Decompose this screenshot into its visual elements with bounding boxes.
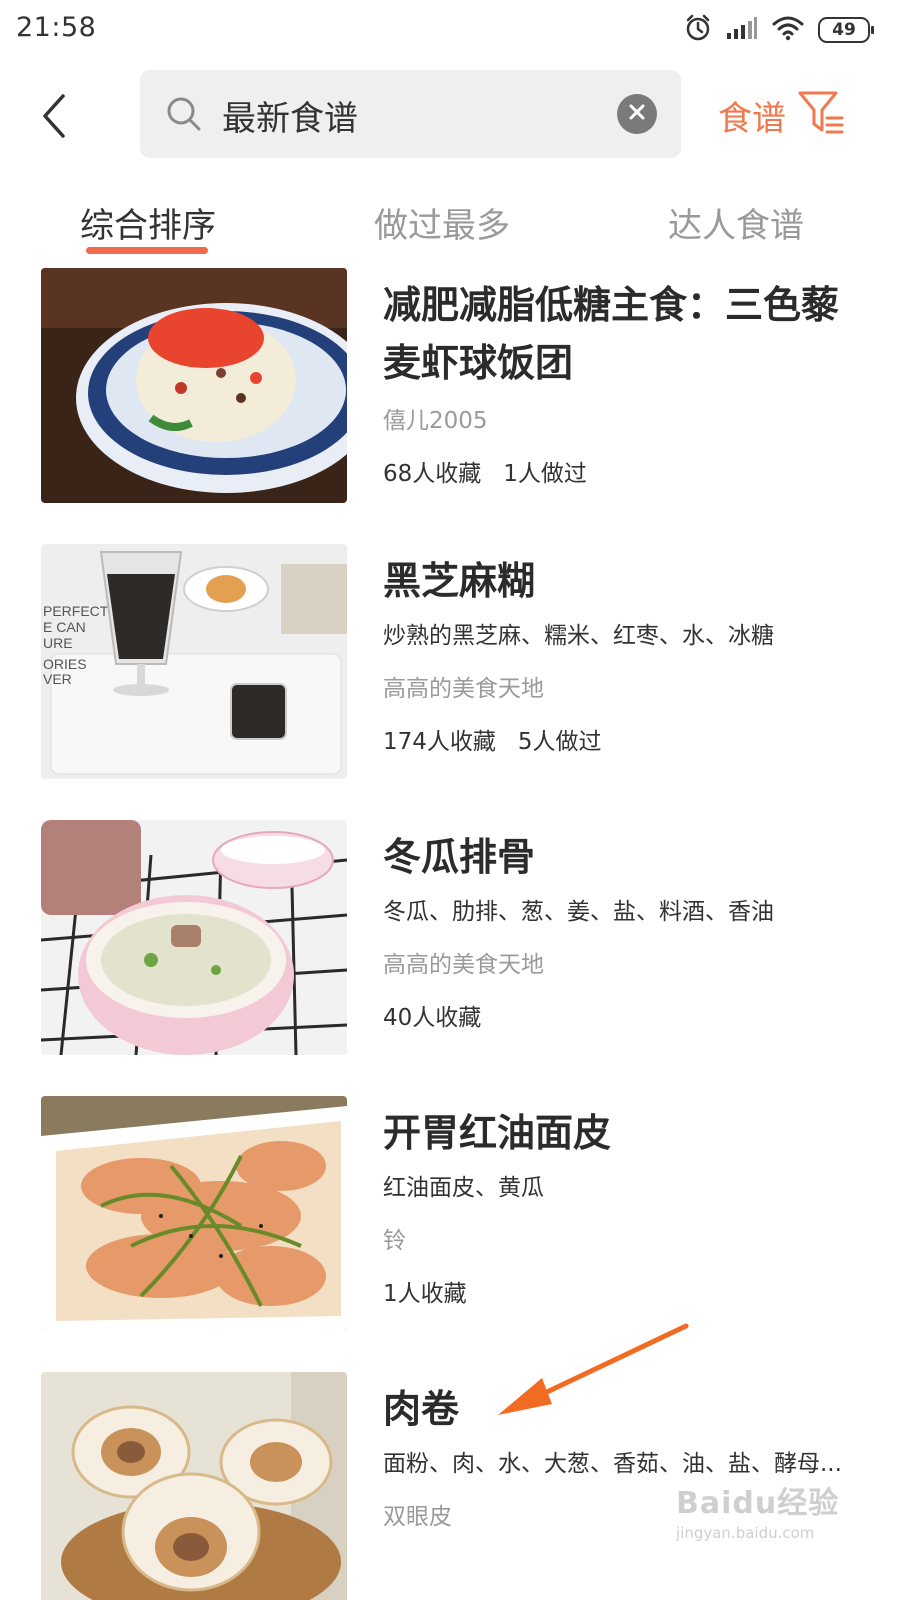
battery-icon: 49	[818, 17, 874, 43]
signal-icon	[726, 16, 758, 44]
recipe-title: 开胃红油面皮	[383, 1111, 612, 1155]
tab-comprehensive[interactable]: 综合排序	[80, 198, 216, 247]
annotation-arrow-icon	[490, 1320, 690, 1424]
recipe-ingredients: 冬瓜、肋排、葱、姜、盐、料酒、香油	[383, 899, 774, 925]
recipe-title: 减肥减脂低糖主食：三色藜麦虾球饭团	[383, 283, 840, 385]
recipe-image	[41, 1372, 347, 1600]
clear-button[interactable]	[617, 94, 657, 134]
back-button[interactable]	[32, 88, 76, 148]
recipe-title: 黑芝麻糊	[383, 559, 536, 603]
filter-icon[interactable]	[796, 88, 846, 142]
recipe-author: 铃	[383, 1228, 406, 1254]
recipe-info: 减肥减脂低糖主食：三色藜麦虾球饭团 僖儿2005 68人收藏 1人做过	[383, 268, 853, 501]
svg-text:ORIES: ORIES	[43, 656, 87, 672]
recipe-stats: 1人收藏	[383, 1281, 467, 1307]
recipe-image: PERFECT E CAN URE ORIES VER	[41, 544, 347, 779]
alarm-icon	[684, 14, 712, 46]
watermark-logo: Baidu经验	[676, 1486, 840, 1521]
recipe-item[interactable]: PERFECT E CAN URE ORIES VER 黑芝麻糊 炒熟的黑芝麻、…	[0, 544, 900, 780]
battery-level: 49	[832, 20, 856, 40]
recipe-author: 僖儿2005	[383, 408, 488, 434]
tab-expert-recipes[interactable]: 达人食谱	[668, 198, 804, 247]
recipe-title: 冬瓜排骨	[383, 835, 536, 879]
active-tab-indicator	[86, 247, 208, 254]
recipe-ingredients: 炒熟的黑芝麻、糯米、红枣、水、冰糖	[383, 623, 774, 649]
recipe-info: 开胃红油面皮 红油面皮、黄瓜 铃 1人收藏	[383, 1096, 853, 1321]
status-time: 21:58	[16, 12, 97, 43]
recipe-item[interactable]: 减肥减脂低糖主食：三色藜麦虾球饭团 僖儿2005 68人收藏 1人做过	[0, 268, 900, 504]
search-icon	[166, 96, 202, 136]
recipe-item[interactable]: 开胃红油面皮 红油面皮、黄瓜 铃 1人收藏	[0, 1096, 900, 1332]
recipe-item[interactable]: 冬瓜排骨 冬瓜、肋排、葱、姜、盐、料酒、香油 高高的美食天地 40人收藏	[0, 820, 900, 1056]
recipe-author: 高高的美食天地	[383, 952, 544, 978]
recipe-info: 黑芝麻糊 炒熟的黑芝麻、糯米、红枣、水、冰糖 高高的美食天地 174人收藏 5人…	[383, 544, 853, 769]
search-value: 最新食谱	[222, 99, 358, 139]
filter-category-button[interactable]: 食谱	[718, 91, 786, 140]
tab-most-made[interactable]: 做过最多	[374, 198, 510, 247]
sort-tabs: 综合排序 做过最多 达人食谱	[0, 180, 900, 260]
svg-text:E CAN: E CAN	[43, 619, 86, 635]
svg-text:PERFECT: PERFECT	[43, 603, 109, 619]
recipe-author: 高高的美食天地	[383, 676, 544, 702]
clear-icon	[628, 103, 646, 125]
chevron-left-icon	[39, 93, 69, 143]
recipe-stats: 68人收藏 1人做过	[383, 461, 587, 487]
svg-text:VER: VER	[43, 671, 72, 687]
search-input[interactable]: 最新食谱	[140, 70, 681, 158]
status-icons: 49	[684, 14, 874, 46]
recipe-stats: 40人收藏	[383, 1005, 482, 1031]
wifi-icon	[772, 15, 804, 45]
recipe-image	[41, 268, 347, 503]
watermark: Baidu经验 jingyan.baidu.com	[676, 1478, 846, 1558]
recipe-image	[41, 1096, 347, 1331]
recipe-stats: 174人收藏 5人做过	[383, 729, 602, 755]
recipe-ingredients: 红油面皮、黄瓜	[383, 1175, 544, 1201]
status-bar: 21:58 49	[0, 0, 900, 62]
recipe-info: 冬瓜排骨 冬瓜、肋排、葱、姜、盐、料酒、香油 高高的美食天地 40人收藏	[383, 820, 853, 1045]
svg-text:URE: URE	[43, 635, 73, 651]
recipe-image	[41, 820, 347, 1055]
watermark-url: jingyan.baidu.com	[676, 1524, 815, 1542]
